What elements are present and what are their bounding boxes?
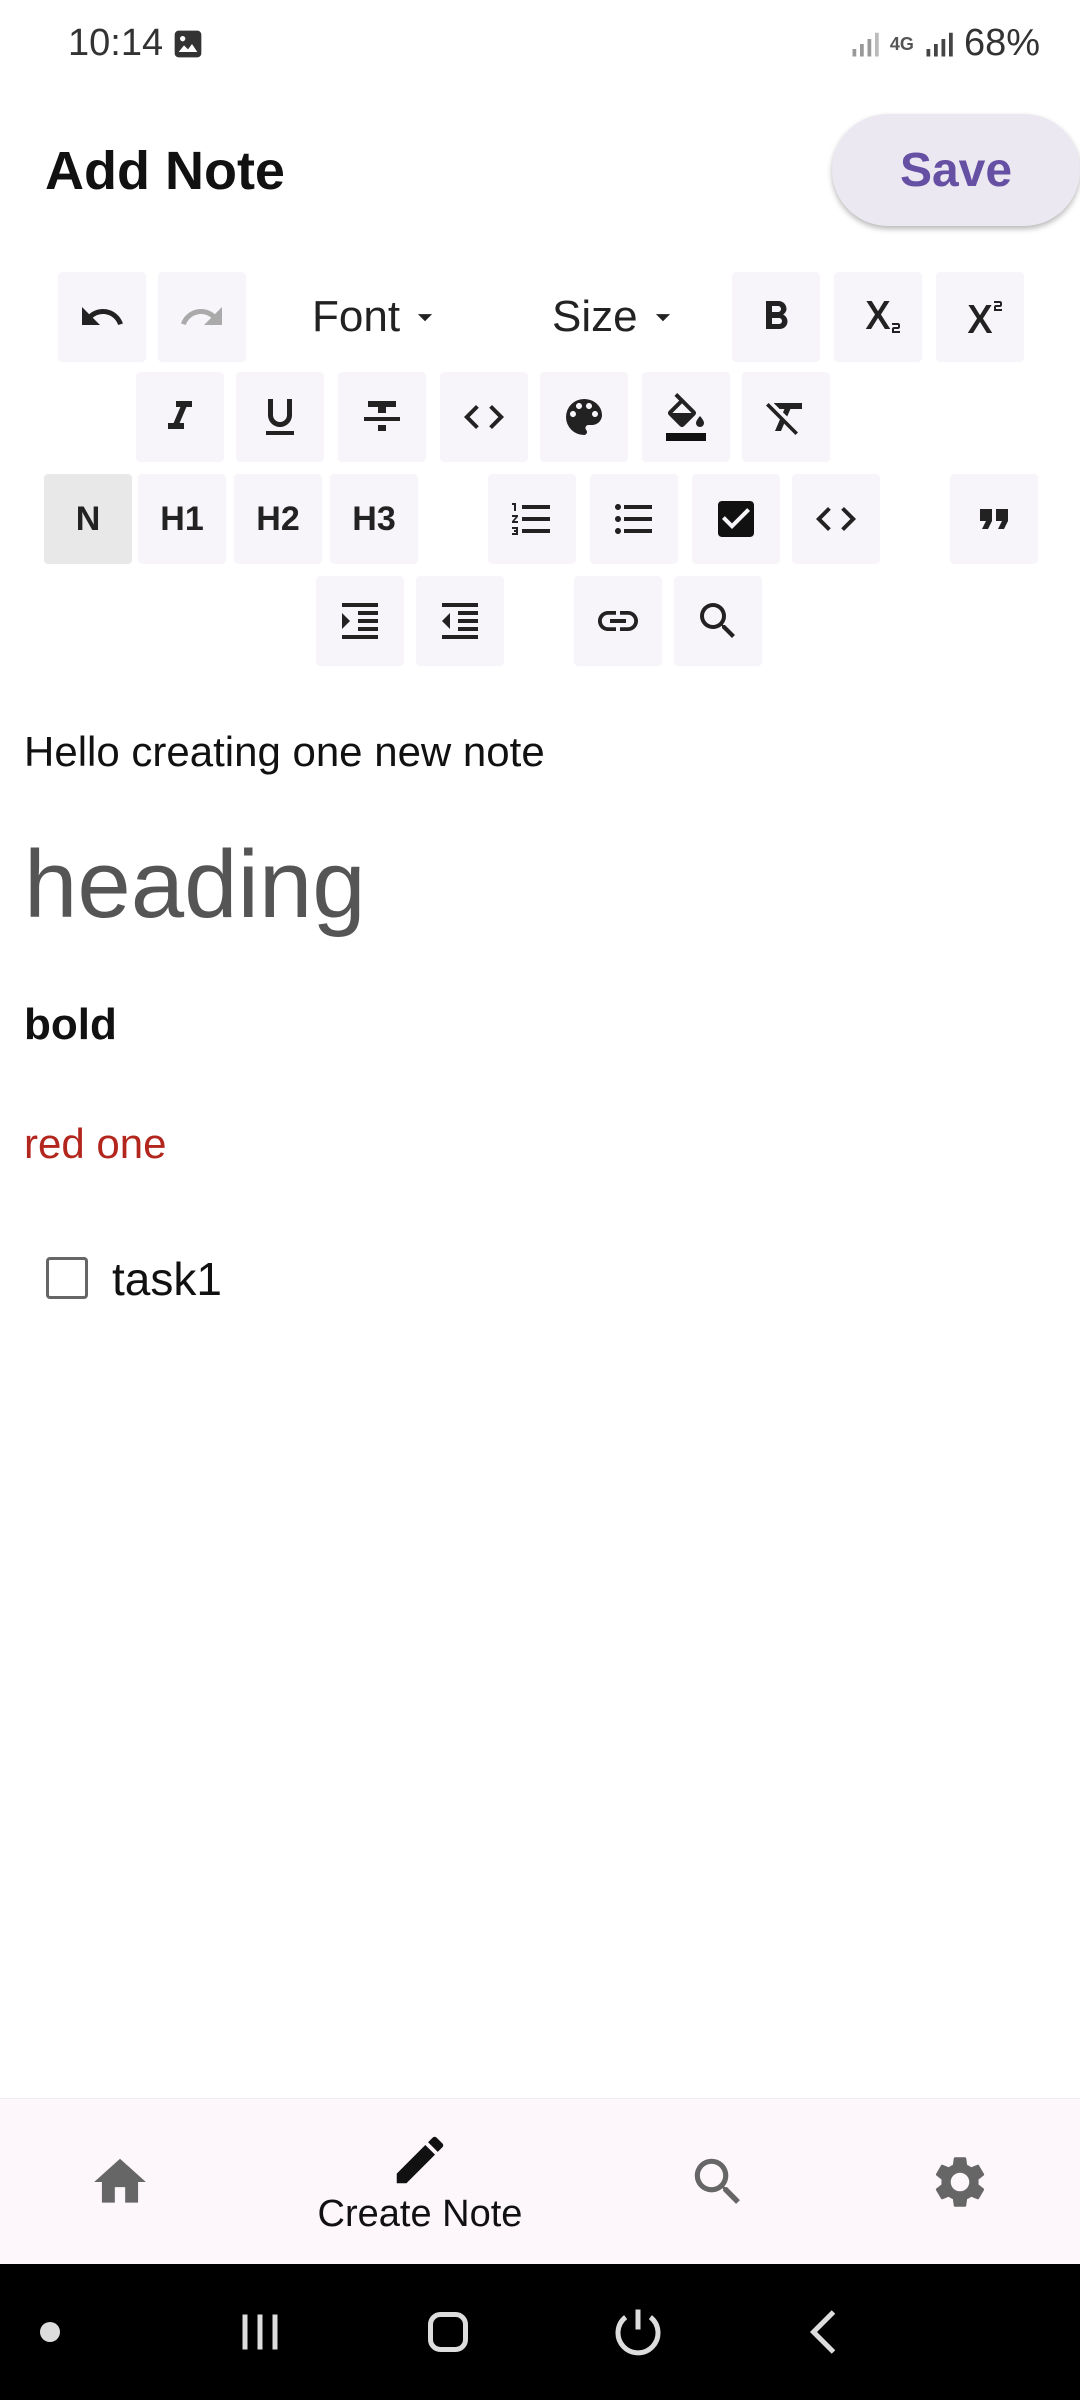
editor-red-text[interactable]: red one <box>24 1120 166 1168</box>
text-color-button[interactable] <box>540 372 628 462</box>
code-icon <box>816 507 856 531</box>
clear-format-icon <box>766 403 802 435</box>
h2-button[interactable]: H2 <box>234 474 322 564</box>
editor-bold-text[interactable]: bold <box>24 1000 117 1050</box>
network-type: 4G <box>889 33 914 54</box>
indent-increase-icon <box>342 603 378 639</box>
normal-style-label: N <box>75 499 101 538</box>
quote-icon <box>980 509 1008 529</box>
gear-icon <box>935 2157 985 2207</box>
status-indicators: 4G 68% <box>850 22 1040 65</box>
indent-decrease-icon <box>442 603 478 639</box>
h3-label: H3 <box>352 499 396 538</box>
undo-button[interactable] <box>58 272 146 362</box>
strikethrough-button[interactable] <box>338 372 426 462</box>
home-square-icon <box>428 2312 468 2352</box>
numbered-list-button[interactable] <box>488 474 576 564</box>
signal-icon <box>852 32 879 56</box>
back-chevron-icon <box>809 2310 836 2354</box>
indent-increase-button[interactable] <box>316 576 404 666</box>
page-title: Add Note <box>45 141 285 201</box>
size-label: Size <box>552 292 638 341</box>
home-system-button[interactable] <box>408 2264 488 2400</box>
underline-icon <box>266 399 294 435</box>
h1-label: H1 <box>160 499 204 538</box>
undo-icon <box>82 307 123 325</box>
recents-button[interactable] <box>220 2264 300 2400</box>
status-bar: 10:14 4G 68% <box>0 0 1080 90</box>
bottom-navigation: Create Note <box>0 2098 1080 2265</box>
status-time: 10:14 <box>68 22 164 64</box>
signal-icon-2 <box>926 32 953 56</box>
recents-icon <box>242 2314 278 2350</box>
superscript-icon <box>967 301 1002 333</box>
background-color-button[interactable] <box>642 372 730 462</box>
link-button[interactable] <box>574 576 662 666</box>
code-icon <box>464 405 504 429</box>
system-dot <box>20 2264 80 2400</box>
bullet-list-icon <box>615 504 652 534</box>
caret-down-icon <box>655 314 670 322</box>
font-label: Font <box>312 292 401 341</box>
nav-create-note-label: Create Note <box>317 2192 523 2235</box>
editor-heading[interactable]: heading <box>24 830 366 940</box>
size-dropdown[interactable]: Size <box>552 272 680 362</box>
back-button[interactable] <box>786 2264 866 2400</box>
pencil-icon <box>396 2136 444 2183</box>
task-checkbox[interactable] <box>46 1257 88 1299</box>
quote-button[interactable] <box>950 474 1038 564</box>
gallery-icon <box>174 30 202 58</box>
strikethrough-icon <box>364 401 400 431</box>
system-navigation-bar <box>0 2264 1080 2400</box>
h1-button[interactable]: H1 <box>138 474 226 564</box>
battery-percent: 68% <box>963 22 1040 64</box>
link-icon <box>598 611 638 631</box>
italic-button[interactable] <box>136 372 224 462</box>
normal-style-button[interactable]: N <box>44 474 132 564</box>
subscript-button[interactable] <box>834 272 922 362</box>
code-block-button[interactable] <box>792 474 880 564</box>
bullet-list-button[interactable] <box>590 474 678 564</box>
clear-format-button[interactable] <box>742 372 830 462</box>
nav-search[interactable] <box>658 2099 778 2265</box>
inline-code-button[interactable] <box>440 372 528 462</box>
task-label[interactable]: task1 <box>112 1252 222 1306</box>
home-icon <box>94 2158 146 2203</box>
underline-button[interactable] <box>236 372 324 462</box>
search-icon <box>700 603 735 638</box>
h2-label: H2 <box>256 499 300 538</box>
font-dropdown[interactable]: Font <box>312 272 442 362</box>
checkbox-icon <box>718 501 754 537</box>
dot-icon <box>40 2322 60 2342</box>
bold-button[interactable] <box>732 272 820 362</box>
nav-home[interactable] <box>60 2099 180 2265</box>
redo-icon <box>181 307 222 325</box>
nav-create-note[interactable]: Create Note <box>290 2099 550 2265</box>
subscript-icon <box>865 301 900 333</box>
palette-icon <box>566 399 602 435</box>
find-button[interactable] <box>674 576 762 666</box>
power-icon <box>615 2309 661 2356</box>
numbered-list-icon <box>512 503 550 535</box>
superscript-button[interactable] <box>936 272 1024 362</box>
h3-button[interactable]: H3 <box>330 474 418 564</box>
checklist-button[interactable] <box>692 474 780 564</box>
caret-down-icon <box>417 314 433 322</box>
indent-decrease-button[interactable] <box>416 576 504 666</box>
editor-paragraph[interactable]: Hello creating one new note <box>24 728 545 776</box>
italic-icon <box>168 401 192 429</box>
redo-button[interactable] <box>158 272 246 362</box>
save-button[interactable]: Save <box>832 114 1080 226</box>
search-icon <box>694 2158 740 2204</box>
power-button[interactable] <box>598 2264 678 2400</box>
nav-settings[interactable] <box>900 2099 1020 2265</box>
fill-color-icon <box>666 393 706 441</box>
bold-icon <box>766 301 788 329</box>
